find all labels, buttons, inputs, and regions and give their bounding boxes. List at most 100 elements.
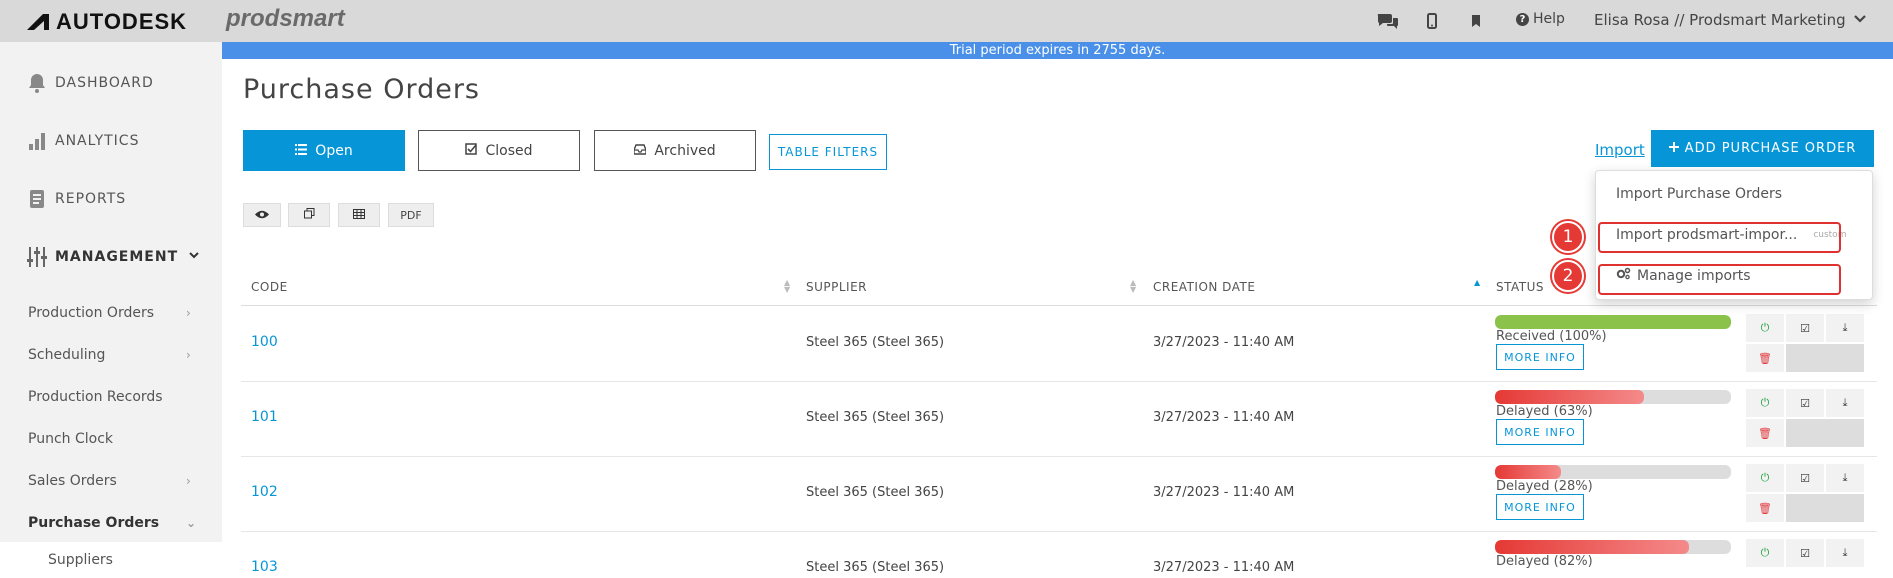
- chevron-down-icon[interactable]: [1853, 10, 1867, 29]
- check-square-icon[interactable]: ☑: [1786, 464, 1824, 492]
- chevron-right-icon: ›: [186, 348, 191, 362]
- sidebar-item-label: Production Records: [28, 389, 163, 405]
- prodsmart-logo[interactable]: prodsmart: [226, 5, 345, 33]
- po-code-link[interactable]: 101: [251, 409, 278, 425]
- sidebar-item-dashboard[interactable]: DASHBOARD: [0, 54, 222, 112]
- chevron-down-icon: ⌄: [186, 516, 197, 530]
- download-icon[interactable]: ⤓: [1826, 389, 1864, 417]
- supplier-cell: Steel 365 (Steel 365): [806, 410, 945, 425]
- chevron-right-icon: ›: [186, 306, 191, 320]
- sort-ascending-icon[interactable]: ▲▼: [1474, 279, 1480, 293]
- download-icon[interactable]: ⤓: [1826, 539, 1864, 567]
- autodesk-logo[interactable]: AUTODESK: [26, 9, 187, 35]
- po-code-link[interactable]: 102: [251, 484, 278, 500]
- power-icon[interactable]: ⏻: [1746, 389, 1784, 417]
- table-filters-button[interactable]: TABLE FILTERS: [769, 134, 887, 170]
- power-icon[interactable]: ⏻: [1746, 539, 1784, 567]
- sidebar-item-scheduling[interactable]: Scheduling ›: [0, 334, 222, 376]
- add-purchase-order-button[interactable]: ADD PURCHASE ORDER: [1651, 130, 1874, 167]
- progress-fill: [1495, 315, 1731, 329]
- trash-icon[interactable]: 🗑: [1746, 494, 1784, 522]
- status-progress-bar: [1495, 540, 1731, 554]
- table-icon: [353, 208, 365, 222]
- action-placeholder: [1786, 494, 1864, 522]
- more-info-button[interactable]: MORE INFO: [1496, 344, 1584, 370]
- sidebar-item-punch-clock[interactable]: Punch Clock: [0, 418, 222, 460]
- trash-icon[interactable]: 🗑: [1746, 419, 1784, 447]
- status-text: Delayed (63%): [1496, 404, 1593, 419]
- mobile-icon[interactable]: [1420, 10, 1444, 32]
- copy-icon: [303, 208, 315, 222]
- eye-icon: [255, 209, 269, 222]
- sidebar-item-management[interactable]: MANAGEMENT: [0, 228, 222, 286]
- download-icon[interactable]: ⤓: [1826, 314, 1864, 342]
- tab-label: Open: [315, 142, 353, 159]
- sidebar-item-purchase-orders[interactable]: Purchase Orders ⌄: [0, 502, 222, 544]
- trial-banner: Trial period expires in 2755 days.: [222, 42, 1893, 59]
- check-square-icon[interactable]: ☑: [1786, 539, 1824, 567]
- check-square-icon[interactable]: ☑: [1786, 314, 1824, 342]
- plus-icon: [1668, 141, 1679, 156]
- sidebar-item-suppliers[interactable]: Suppliers: [0, 542, 222, 578]
- column-visibility-button[interactable]: [243, 203, 281, 227]
- action-placeholder: [1786, 419, 1864, 447]
- status-progress-bar: [1495, 315, 1731, 329]
- sidebar-item-reports[interactable]: REPORTS: [0, 170, 222, 228]
- supplier-cell: Steel 365 (Steel 365): [806, 335, 945, 350]
- export-table-button[interactable]: [338, 203, 380, 227]
- user-menu[interactable]: Elisa Rosa // Prodsmart Marketing: [1594, 11, 1846, 29]
- row-divider: [241, 381, 1877, 382]
- page-title: Purchase Orders: [243, 74, 480, 105]
- sidebar-item-label: Scheduling: [28, 347, 106, 363]
- status-text: Delayed (28%): [1496, 479, 1593, 494]
- column-header-creation-date[interactable]: CREATION DATE: [1153, 280, 1255, 294]
- import-link[interactable]: Import: [1595, 141, 1645, 159]
- chat-icon[interactable]: [1376, 10, 1400, 32]
- table-header-divider: [241, 305, 1877, 306]
- sidebar-item-label: Suppliers: [48, 552, 113, 568]
- tab-archived[interactable]: Archived: [594, 130, 756, 171]
- tab-open[interactable]: Open: [243, 130, 405, 171]
- tab-label: Closed: [485, 142, 533, 159]
- top-bar: AUTODESK prodsmart ? Help Elisa Rosa // …: [0, 0, 1893, 42]
- creation-date-cell: 3/27/2023 - 11:40 AM: [1153, 560, 1295, 575]
- autodesk-mark-icon: [27, 14, 49, 30]
- column-header-supplier[interactable]: SUPPLIER: [806, 280, 867, 294]
- inbox-icon: [633, 143, 648, 159]
- sidebar-item-label: MANAGEMENT: [55, 249, 179, 265]
- more-info-button[interactable]: MORE INFO: [1496, 419, 1584, 445]
- help-link[interactable]: ? Help: [1516, 11, 1565, 27]
- sort-icon[interactable]: ▲▼: [784, 279, 790, 294]
- column-header-status[interactable]: STATUS: [1496, 280, 1544, 294]
- power-icon[interactable]: ⏻: [1746, 464, 1784, 492]
- sidebar-item-analytics[interactable]: ANALYTICS: [0, 112, 222, 170]
- import-purchase-orders-item[interactable]: Import Purchase Orders: [1616, 186, 1782, 202]
- sidebar-item-production-records[interactable]: Production Records: [0, 376, 222, 418]
- chevron-down-icon: [188, 249, 200, 265]
- sidebar-item-label: DASHBOARD: [55, 75, 154, 91]
- sidebar-item-label: ANALYTICS: [55, 133, 140, 149]
- more-info-button[interactable]: MORE INFO: [1496, 494, 1584, 520]
- status-progress-bar: [1495, 465, 1731, 479]
- copy-button[interactable]: [288, 203, 330, 227]
- column-header-code[interactable]: CODE: [251, 280, 288, 294]
- download-icon[interactable]: ⤓: [1826, 464, 1864, 492]
- sort-icon[interactable]: ▲▼: [1130, 279, 1136, 294]
- po-code-link[interactable]: 103: [251, 559, 278, 575]
- trash-icon[interactable]: 🗑: [1746, 344, 1784, 372]
- sidebar-item-production-orders[interactable]: Production Orders ›: [0, 292, 222, 334]
- bookmark-icon[interactable]: [1464, 10, 1488, 32]
- sidebar-item-label: Sales Orders: [28, 473, 117, 489]
- highlight-box: [1598, 264, 1841, 295]
- check-square-icon[interactable]: ☑: [1786, 389, 1824, 417]
- po-code-link[interactable]: 100: [251, 334, 278, 350]
- status-text: Delayed (82%): [1496, 554, 1593, 569]
- sidebar-item-sales-orders[interactable]: Sales Orders ›: [0, 460, 222, 502]
- creation-date-cell: 3/27/2023 - 11:40 AM: [1153, 410, 1295, 425]
- bell-icon: [27, 72, 47, 94]
- highlight-box: [1598, 222, 1841, 253]
- tab-closed[interactable]: Closed: [418, 130, 580, 171]
- sidebar-item-label: REPORTS: [55, 191, 127, 207]
- power-icon[interactable]: ⏻: [1746, 314, 1784, 342]
- pdf-button[interactable]: PDF: [388, 203, 434, 227]
